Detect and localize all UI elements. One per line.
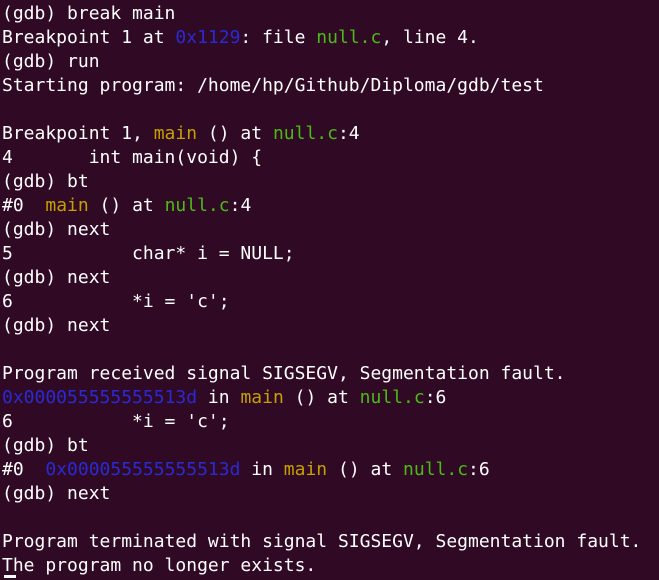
source-file-name: null.c [403,459,469,480]
terminal-output: (gdb) break main Breakpoint 1 at 0x1129: … [2,2,659,578]
terminal-window[interactable]: (gdb) break main Breakpoint 1 at 0x1129: … [0,0,659,580]
output-text: The program no longer exists. [2,555,317,576]
terminal-line: (gdb) next [2,314,659,338]
terminal-line: Program terminated with signal SIGSEGV, … [2,530,659,554]
terminal-line: #0 main () at null.c:4 [2,194,659,218]
terminal-line: (gdb) next [2,218,659,242]
output-text: Breakpoint 1, [2,123,154,144]
output-text: , line 4. [381,27,479,48]
function-name: main [240,387,284,408]
output-text: (gdb) break main [2,3,176,24]
terminal-line: 4 int main(void) { [2,146,659,170]
terminal-line: (gdb) break main [2,2,659,26]
source-file-name: null.c [316,27,382,48]
output-text: :4 [337,123,360,144]
source-file-name: null.c [359,387,425,408]
terminal-line: 6 *i = 'c'; [2,290,659,314]
terminal-line: 0x000055555555513d in main () at null.c:… [2,386,659,410]
output-text: 5 char* i = NULL; [2,243,295,264]
source-file-name: null.c [272,123,338,144]
output-text: 4 int main(void) { [2,147,263,168]
source-file-name: null.c [164,195,230,216]
output-text: (gdb) bt [2,435,89,456]
output-text: in [240,459,284,480]
output-text: Starting program: /home/hp/Github/Diplom… [2,75,544,96]
function-name: main [283,459,328,480]
memory-address: 0x000055555555513d [45,459,241,480]
output-text: :6 [468,459,490,480]
terminal-line: (gdb) bt [2,170,659,194]
terminal-line: (gdb) next [2,266,659,290]
memory-address: 0x000055555555513d [2,387,198,408]
output-text: 6 *i = 'c'; [2,411,230,432]
output-text: Program terminated with signal SIGSEGV, … [2,531,642,552]
output-text: (gdb) next [2,267,111,288]
function-name: main [45,195,89,216]
output-text: :6 [424,387,447,408]
function-name: main [153,123,198,144]
terminal-line: Program received signal SIGSEGV, Segment… [2,362,659,386]
output-text: 6 *i = 'c'; [2,291,230,312]
output-text: (gdb) next [2,315,111,336]
memory-address: 0x1129 [175,27,241,48]
terminal-line: (gdb) next [2,482,659,506]
output-text: () at [327,459,404,480]
output-text: () at [88,195,165,216]
output-text: Breakpoint 1 at [2,27,176,48]
output-text: () at [283,387,360,408]
terminal-line: #0 0x000055555555513d in main () at null… [2,458,659,482]
terminal-cursor [4,575,16,578]
output-text: Program received signal SIGSEGV, Segment… [2,363,566,384]
terminal-line: Starting program: /home/hp/Github/Diplom… [2,74,659,98]
output-text: (gdb) run [2,51,100,72]
output-text: (gdb) next [2,219,111,240]
output-text: (gdb) next [2,483,111,504]
terminal-line: Breakpoint 1, main () at null.c:4 [2,122,659,146]
terminal-line: The program no longer exists. [2,554,659,578]
output-text: :4 [229,195,252,216]
terminal-line: 5 char* i = NULL; [2,242,659,266]
terminal-line: 6 *i = 'c'; [2,410,659,434]
terminal-line: (gdb) bt [2,434,659,458]
output-text: #0 [2,195,46,216]
output-text: #0 [2,459,46,480]
output-text: (gdb) bt [2,171,89,192]
output-text: : file [240,27,317,48]
output-text: () at [197,123,273,144]
terminal-line: Breakpoint 1 at 0x1129: file null.c, lin… [2,26,659,50]
terminal-line: (gdb) run [2,50,659,74]
output-text: in [197,387,241,408]
